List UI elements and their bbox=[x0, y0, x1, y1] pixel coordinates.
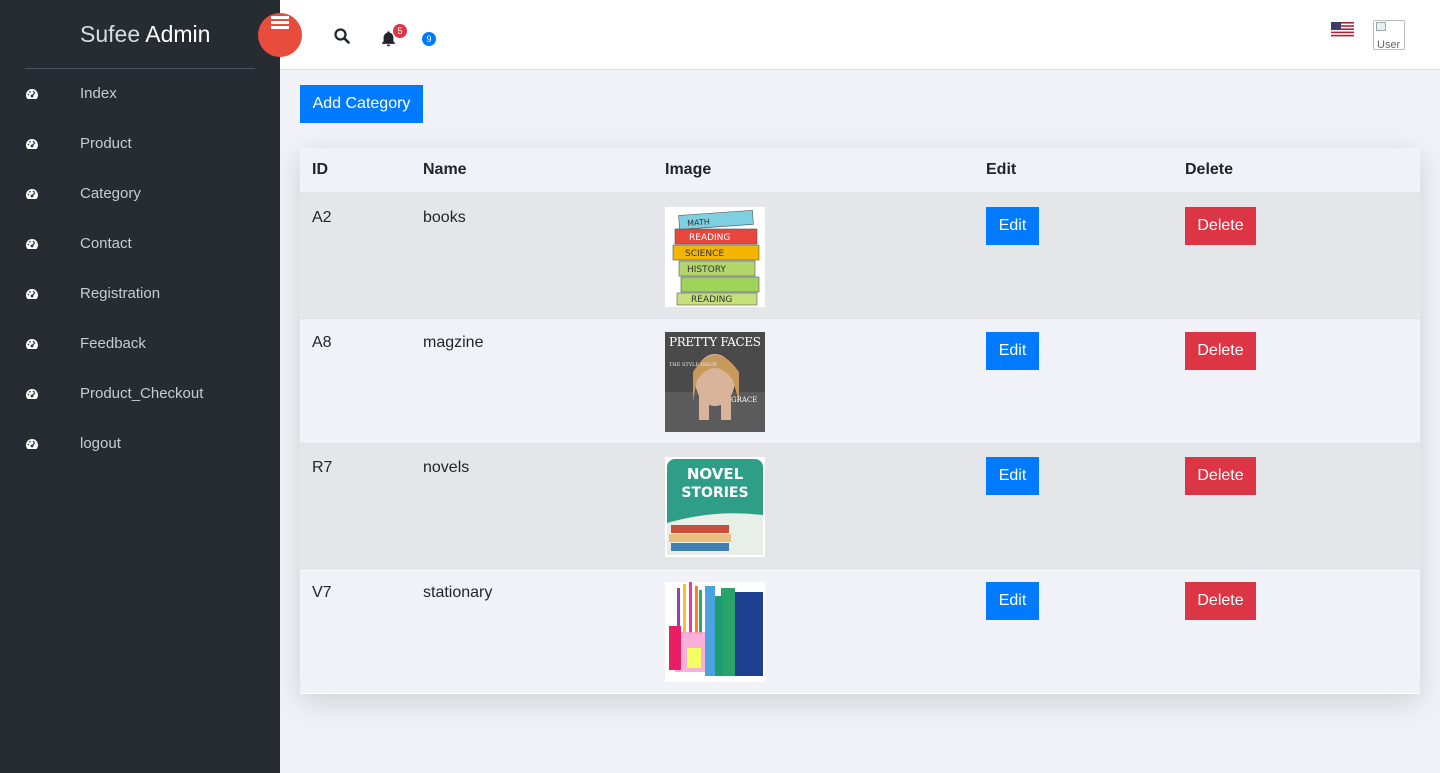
edit-button[interactable]: Edit bbox=[986, 331, 1039, 370]
sidebar-item-label: Product bbox=[80, 135, 132, 152]
table-header-row: ID Name Image Edit Delete bbox=[300, 148, 1420, 194]
cell-image: MATH READING SCIENCE HISTORY READING bbox=[653, 193, 974, 318]
cell-image: PRETTY FACES THE STYLE ISSUE GRACE bbox=[653, 318, 974, 443]
category-table: ID Name Image Edit Delete A2 books MATH … bbox=[300, 148, 1420, 693]
cell-name: novels bbox=[423, 458, 470, 476]
sidebar: Sufee Admin Index Product Category Conta… bbox=[0, 0, 280, 773]
thumb-label-history: HISTORY bbox=[687, 265, 726, 275]
table-row: A8 magzine PRETTY FACES THE STYLE ISSUE … bbox=[300, 318, 1420, 443]
brand[interactable]: Sufee Admin bbox=[25, 0, 255, 69]
search-icon bbox=[334, 28, 350, 44]
dashboard-icon bbox=[26, 239, 38, 249]
sidebar-item-product-checkout[interactable]: Product_Checkout bbox=[0, 369, 280, 419]
cell-edit: Edit bbox=[974, 193, 1173, 318]
message-count-badge: 9 bbox=[422, 32, 436, 46]
thumb-label-reading: READING bbox=[689, 233, 730, 243]
cell-id: V7 bbox=[312, 583, 332, 601]
sidebar-item-logout[interactable]: logout bbox=[0, 419, 280, 469]
cell-image: NOVEL STORIES bbox=[653, 443, 974, 568]
avatar-alt-text: User bbox=[1377, 39, 1401, 50]
thumb-label-math: MATH bbox=[687, 217, 710, 228]
magazine-cover-thumbnail: PRETTY FACES THE STYLE ISSUE GRACE bbox=[665, 331, 765, 432]
search-button[interactable] bbox=[334, 28, 352, 46]
thumb-label-grace: GRACE bbox=[731, 396, 757, 404]
column-header-name: Name bbox=[411, 148, 653, 194]
column-header-edit: Edit bbox=[974, 148, 1173, 194]
dashboard-icon bbox=[26, 439, 38, 449]
dashboard-icon bbox=[26, 89, 38, 99]
dashboard-icon bbox=[26, 289, 38, 299]
sidebar-item-label: Category bbox=[80, 185, 141, 202]
delete-button[interactable]: Delete bbox=[1185, 331, 1256, 370]
edit-button[interactable]: Edit bbox=[986, 456, 1039, 495]
thumb-title-pretty-faces: PRETTY FACES bbox=[669, 335, 761, 349]
thumb-label-reading-2: READING bbox=[691, 295, 732, 305]
sidebar-item-feedback[interactable]: Feedback bbox=[0, 319, 280, 369]
sidebar-item-label: Contact bbox=[80, 235, 132, 252]
stationery-thumbnail bbox=[665, 581, 765, 682]
novel-stories-thumbnail: NOVEL STORIES bbox=[665, 456, 765, 557]
sidebar-item-registration[interactable]: Registration bbox=[0, 269, 280, 319]
sidebar-item-contact[interactable]: Contact bbox=[0, 219, 280, 269]
edit-button[interactable]: Edit bbox=[986, 581, 1039, 620]
category-table-card: ID Name Image Edit Delete A2 books MATH … bbox=[300, 148, 1420, 694]
cell-image bbox=[653, 568, 974, 693]
language-selector[interactable] bbox=[1331, 22, 1354, 37]
delete-button[interactable]: Delete bbox=[1185, 581, 1256, 620]
add-category-button[interactable]: Add Category bbox=[300, 85, 423, 123]
dashboard-icon bbox=[26, 189, 38, 199]
sidebar-item-label: Product_Checkout bbox=[80, 385, 204, 402]
delete-button[interactable]: Delete bbox=[1185, 456, 1256, 495]
sidebar-item-label: Registration bbox=[80, 285, 161, 302]
table-row: A2 books MATH READING SCIENCE HISTORY RE… bbox=[300, 193, 1420, 318]
cell-delete: Delete bbox=[1173, 568, 1420, 693]
sidebar-nav: Index Product Category Contact Registrat… bbox=[0, 69, 280, 469]
thumb-title-stories: STORIES bbox=[681, 485, 748, 501]
dashboard-icon bbox=[26, 139, 38, 149]
column-header-delete: Delete bbox=[1173, 148, 1420, 194]
dashboard-icon bbox=[26, 339, 38, 349]
cell-edit: Edit bbox=[974, 318, 1173, 443]
table-row: R7 novels NOVEL STORIES Edit Delete bbox=[300, 443, 1420, 568]
cell-delete: Delete bbox=[1173, 443, 1420, 568]
table-row: V7 stationary Edit Delete bbox=[300, 568, 1420, 693]
sidebar-item-category[interactable]: Category bbox=[0, 169, 280, 219]
cell-name: stationary bbox=[423, 583, 493, 601]
thumb-label-science: SCIENCE bbox=[685, 249, 724, 259]
menu-toggle-button[interactable] bbox=[258, 13, 302, 57]
us-flag-icon bbox=[1331, 22, 1354, 37]
user-avatar[interactable]: User bbox=[1373, 20, 1405, 50]
cell-name: magzine bbox=[423, 333, 484, 351]
cell-id: A2 bbox=[312, 209, 332, 226]
sidebar-item-label: logout bbox=[80, 435, 121, 452]
thumb-label-style-issue: THE STYLE ISSUE bbox=[669, 362, 718, 368]
brand-logo-text[interactable]: Sufee Admin bbox=[80, 21, 210, 48]
books-stack-thumbnail: MATH READING SCIENCE HISTORY READING bbox=[665, 207, 765, 307]
sidebar-item-label: Index bbox=[80, 85, 117, 102]
broken-image-icon bbox=[1376, 22, 1386, 31]
cell-delete: Delete bbox=[1173, 193, 1420, 318]
brand-part1: Sufee bbox=[80, 21, 141, 47]
menu-icon bbox=[271, 16, 289, 29]
top-header: 5 9 User bbox=[258, 0, 1440, 70]
dashboard-icon bbox=[26, 389, 38, 399]
cell-id: A8 bbox=[312, 333, 332, 351]
edit-button[interactable]: Edit bbox=[986, 207, 1039, 245]
cell-edit: Edit bbox=[974, 568, 1173, 693]
brand-part2: Admin bbox=[145, 21, 211, 47]
cell-id: R7 bbox=[312, 458, 333, 476]
cell-edit: Edit bbox=[974, 443, 1173, 568]
thumb-title-novel: NOVEL bbox=[687, 465, 744, 483]
cell-delete: Delete bbox=[1173, 318, 1420, 443]
delete-button[interactable]: Delete bbox=[1185, 207, 1256, 245]
column-header-id: ID bbox=[300, 148, 411, 194]
column-header-image: Image bbox=[653, 148, 974, 194]
cell-name: books bbox=[423, 209, 466, 226]
notification-count-badge: 5 bbox=[393, 24, 407, 38]
sidebar-item-index[interactable]: Index bbox=[0, 69, 280, 119]
sidebar-item-label: Feedback bbox=[80, 335, 146, 352]
sidebar-item-product[interactable]: Product bbox=[0, 119, 280, 169]
